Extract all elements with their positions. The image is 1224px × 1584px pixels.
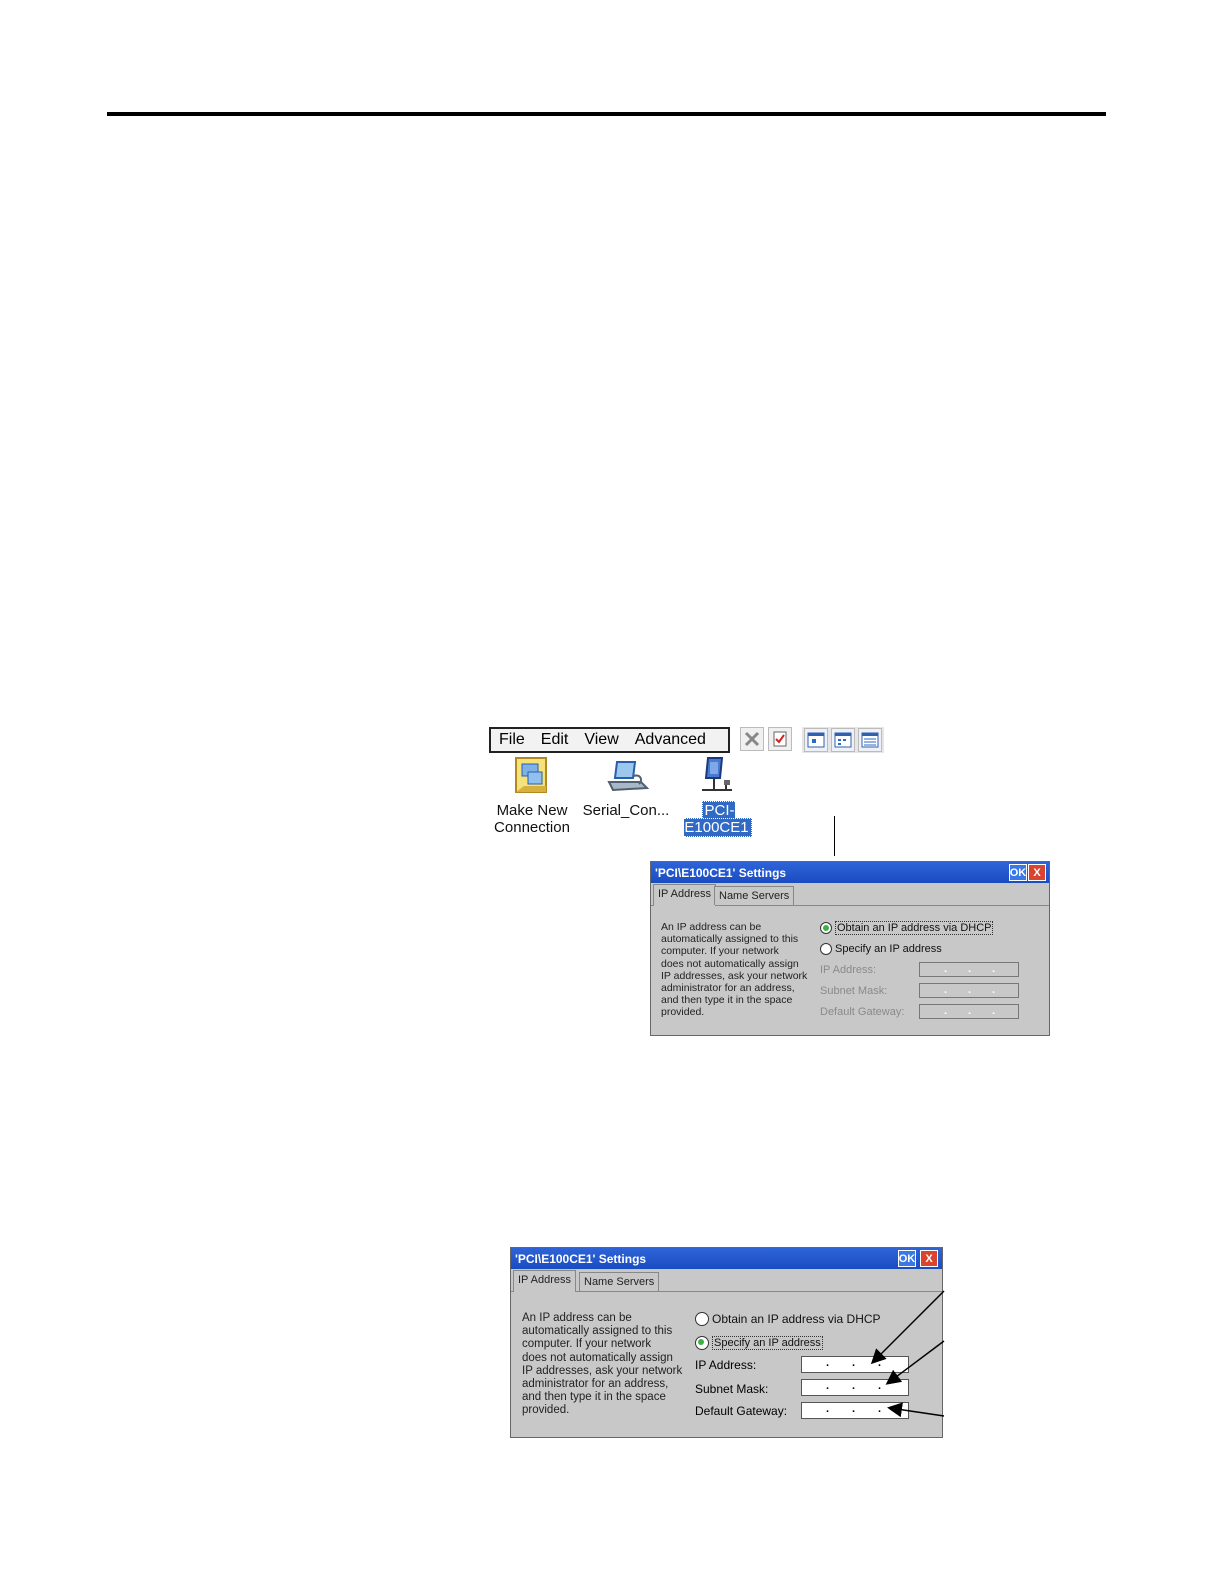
close-button[interactable]: X	[920, 1250, 938, 1267]
default-gateway-label: Default Gateway:	[820, 1006, 905, 1018]
dhcp-option[interactable]: Obtain an IP address via DHCP	[695, 1312, 881, 1326]
desc-line: computer. If your network	[661, 945, 779, 958]
close-button[interactable]: X	[1028, 864, 1046, 881]
make-new-connection-label-2: Connection	[494, 819, 570, 836]
network-adapter-icon	[702, 757, 732, 791]
desc-line: does not automatically assign	[522, 1351, 673, 1364]
dhcp-option-label: Obtain an IP address via DHCP	[835, 921, 994, 935]
ip-address-input[interactable]: ...	[801, 1356, 909, 1373]
desc-line: IP addresses, ask your network	[661, 969, 808, 982]
ip-address-label: IP Address:	[695, 1358, 757, 1372]
subnet-mask-input[interactable]: ...	[801, 1379, 909, 1396]
subnet-mask-label: Subnet Mask:	[820, 985, 888, 997]
tab-ip-address[interactable]: IP Address	[653, 884, 716, 906]
settings-dialog-dhcp: 'PCI\E100CE1' Settings OK X IP Address N…	[650, 861, 1050, 1036]
desc-line: administrator for an address,	[522, 1378, 669, 1391]
specify-ip-option[interactable]: Specify an IP address	[695, 1336, 823, 1350]
make-new-connection-label-1: Make New	[496, 802, 568, 819]
tab-name-servers[interactable]: Name Servers	[579, 1272, 660, 1291]
serial-connection-item[interactable]: Serial_Con...	[578, 756, 674, 819]
dhcp-option-label: Obtain an IP address via DHCP	[712, 1312, 881, 1326]
small-icons-icon	[834, 732, 852, 748]
default-gateway-label: Default Gateway:	[695, 1404, 788, 1418]
menu-advanced[interactable]: Advanced	[635, 731, 706, 749]
menu-view[interactable]: View	[584, 731, 618, 749]
desc-line: and then type it in the space	[661, 994, 793, 1007]
toolbar-left	[740, 727, 792, 753]
details-icon	[861, 732, 879, 748]
tab-ip-address[interactable]: IP Address	[513, 1270, 576, 1292]
make-new-connection-icon	[515, 757, 547, 793]
menu-bar: File Edit View Advanced	[489, 727, 730, 753]
header-rule	[107, 112, 1106, 116]
ok-button[interactable]: OK	[898, 1250, 916, 1267]
desc-line: provided.	[522, 1404, 570, 1417]
dialog-description: An IP address can be automatically assig…	[661, 921, 821, 1019]
pci-e100ce1-item[interactable]: PCI-E100CE1	[668, 756, 768, 837]
specify-ip-radio[interactable]	[695, 1336, 709, 1350]
large-icons-view-button[interactable]	[804, 728, 828, 752]
default-gateway-input[interactable]: ...	[801, 1402, 909, 1419]
tab-name-servers[interactable]: Name Servers	[714, 886, 795, 905]
properties-check-icon	[773, 731, 787, 747]
subnet-mask-label: Subnet Mask:	[695, 1382, 769, 1396]
desc-line: administrator for an address,	[661, 982, 795, 995]
dhcp-option[interactable]: Obtain an IP address via DHCP	[820, 921, 994, 935]
properties-button[interactable]	[768, 727, 792, 751]
settings-dialog-static: 'PCI\E100CE1' Settings OK X IP Address N…	[510, 1247, 943, 1438]
large-icons-icon	[807, 732, 825, 748]
desc-line: An IP address can be	[522, 1312, 632, 1324]
dhcp-radio[interactable]	[695, 1312, 709, 1326]
desc-line: automatically assigned to this	[522, 1325, 673, 1338]
callout-line	[834, 816, 835, 856]
small-icons-view-button[interactable]	[831, 728, 855, 752]
specify-ip-option-label: Specify an IP address	[835, 943, 942, 955]
pci-e100ce1-label: PCI-E100CE1	[684, 801, 752, 837]
specify-ip-option-label: Specify an IP address	[712, 1336, 823, 1350]
serial-connection-icon	[607, 761, 649, 792]
desc-line: automatically assigned to this	[661, 933, 799, 946]
tab-strip: IP Address Name Servers	[511, 1270, 942, 1294]
serial-connection-label: Serial_Con...	[582, 802, 670, 819]
specify-ip-option[interactable]: Specify an IP address	[820, 943, 942, 955]
desc-line: does not automatically assign	[661, 957, 799, 970]
ip-address-input[interactable]: ...	[919, 962, 1019, 977]
delete-x-icon	[744, 731, 760, 747]
toolbar-views	[802, 727, 884, 753]
desc-line: computer. If your network	[522, 1338, 652, 1351]
menu-edit[interactable]: Edit	[541, 731, 569, 749]
details-view-button[interactable]	[858, 728, 882, 752]
desc-line: and then type it in the space	[522, 1391, 666, 1404]
desc-line: provided.	[661, 1006, 705, 1019]
tab-strip: IP Address Name Servers	[651, 884, 1049, 908]
ip-address-label: IP Address:	[820, 964, 877, 976]
dialog-description: An IP address can be automatically assig…	[522, 1312, 692, 1418]
ok-button[interactable]: OK	[1009, 864, 1027, 881]
dialog-title-bar: 'PCI\E100CE1' Settings OK X	[511, 1248, 942, 1269]
menu-file[interactable]: File	[499, 731, 525, 749]
dialog-title: 'PCI\E100CE1' Settings	[515, 1251, 647, 1266]
subnet-mask-input[interactable]: ...	[919, 983, 1019, 998]
dialog-title-bar: 'PCI\E100CE1' Settings OK X	[651, 862, 1049, 883]
specify-ip-radio[interactable]	[820, 943, 832, 955]
default-gateway-input[interactable]: ...	[919, 1004, 1019, 1019]
delete-button[interactable]	[740, 727, 764, 751]
dialog-title: 'PCI\E100CE1' Settings	[655, 865, 787, 880]
make-new-connection-item[interactable]: Make New Connection	[490, 756, 574, 836]
dhcp-radio[interactable]	[820, 922, 832, 934]
desc-line: IP addresses, ask your network	[522, 1364, 683, 1377]
desc-line: An IP address can be	[661, 921, 762, 933]
